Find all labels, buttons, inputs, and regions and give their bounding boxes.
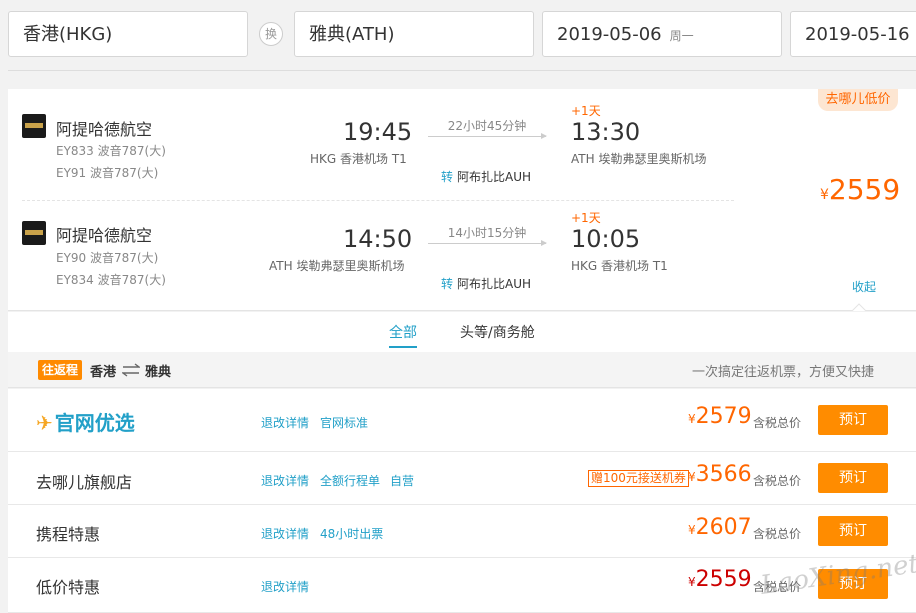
official-standard-link[interactable]: 官网标准: [320, 414, 368, 431]
outbound-dep-airport: HKG 香港机场 T1: [310, 152, 407, 166]
currency-symbol: ¥: [688, 575, 696, 589]
currency-symbol: ¥: [688, 470, 696, 484]
tax-label: 含税总价: [753, 416, 802, 430]
tab-first-business[interactable]: 头等/商务舱: [460, 322, 535, 342]
collapse-link[interactable]: 收起: [852, 278, 876, 295]
vendor-name: 官网优选: [54, 411, 135, 435]
currency-symbol: ¥: [688, 523, 696, 537]
inbound-duration: 14小时15分钟: [447, 226, 527, 240]
transfer-city: 阿布扎比AUH: [457, 277, 532, 291]
vendor-name: 去哪儿旗舰店: [36, 473, 133, 492]
depart-date-input[interactable]: 2019-05-06 周一: [542, 11, 782, 57]
depart-weekday: 周一: [669, 29, 694, 43]
vendor-price: ¥2607: [688, 515, 752, 540]
depart-date: 2019-05-06: [557, 24, 662, 45]
inbound-arr-airport: HKG 香港机场 T1: [571, 259, 668, 273]
from-city-input[interactable]: 香港(HKG): [8, 11, 248, 57]
vendor-row: ✈ 官网优选 退改详情 官网标准 ¥2579 含税总价 预订: [8, 389, 916, 452]
full-itinerary-link[interactable]: 全额行程单: [320, 472, 380, 489]
official-logo: ✈ 官网优选: [36, 407, 135, 436]
vendor-price-value: 2559: [695, 567, 752, 592]
inbound-flight-2: EY834 波音787(大): [56, 273, 166, 287]
divider: [8, 70, 916, 71]
vendor-price: ¥2579: [688, 404, 752, 429]
vendor-price: ¥2559: [688, 567, 752, 592]
vendor-name: 携程特惠: [36, 525, 101, 544]
leg-separator: [22, 200, 734, 201]
etihad-logo-icon: [22, 221, 46, 245]
inbound-flight-1: EY90 波音787(大): [56, 251, 159, 265]
outbound-duration: 22小时45分钟: [447, 119, 527, 133]
vendor-price-value: 2607: [695, 515, 752, 540]
book-button[interactable]: 预订: [818, 463, 888, 493]
outbound-arr-time: 13:30: [571, 118, 641, 146]
lowest-price-tag: 去哪儿低价: [818, 89, 898, 111]
book-button[interactable]: 预订: [818, 405, 888, 435]
transfer-label: 转: [441, 277, 454, 291]
outbound-airline: 阿提哈德航空: [56, 120, 153, 139]
book-button[interactable]: 预订: [818, 516, 888, 546]
roundtrip-arrows-icon: [122, 363, 140, 377]
vendor-price-value: 3566: [695, 462, 752, 487]
etihad-logo-icon: [22, 114, 46, 138]
tab-all[interactable]: 全部: [389, 322, 417, 348]
self-operated-link[interactable]: 自营: [390, 472, 414, 489]
refund-details-link[interactable]: 退改详情: [261, 472, 309, 489]
outbound-arr-airport: ATH 埃勒弗瑟里奥斯机场: [571, 152, 707, 166]
inbound-airline: 阿提哈德航空: [56, 226, 153, 245]
inbound-dep-time: 14:50: [343, 225, 413, 253]
outbound-day-offset: +1天: [571, 104, 601, 118]
vendor-name: 低价特惠: [36, 578, 101, 597]
swap-cities-button[interactable]: 换: [259, 22, 283, 46]
transfer-city: 阿布扎比AUH: [457, 170, 532, 184]
vendor-row: 去哪儿旗舰店 退改详情 全额行程单 自营 赠100元接送机券 ¥3566 含税总…: [8, 452, 916, 505]
roundtrip-from: 香港: [90, 365, 117, 380]
vendor-price-value: 2579: [695, 404, 752, 429]
inbound-day-offset: +1天: [571, 211, 601, 225]
roundtrip-badge: 往返程: [38, 360, 83, 380]
tax-label: 含税总价: [753, 474, 802, 488]
currency-symbol: ¥: [820, 187, 829, 203]
transfer-label: 转: [441, 170, 454, 184]
roundtrip-bar: 往返程 香港 雅典 一次搞定往返机票，方便又快捷: [8, 352, 916, 388]
cabin-tabs: 全部 头等/商务舱: [8, 312, 916, 352]
caret-up-icon: [852, 303, 866, 311]
inbound-dep-airport: ATH 埃勒弗瑟里奥斯机场: [269, 259, 405, 273]
plane-icon: ✈: [36, 411, 53, 435]
outbound-flight-2: EY91 波音787(大): [56, 166, 159, 180]
currency-symbol: ¥: [688, 412, 696, 426]
vendor-row: 携程特惠 退改详情 48小时出票 ¥2607 含税总价 预订: [8, 505, 916, 558]
refund-details-link[interactable]: 退改详情: [261, 525, 309, 542]
to-city-input[interactable]: 雅典(ATH): [294, 11, 534, 57]
vendor-price: ¥3566: [688, 462, 752, 487]
roundtrip-to: 雅典: [145, 365, 172, 380]
outbound-transfer: 转阿布扎比AUH: [441, 168, 531, 185]
refund-details-link[interactable]: 退改详情: [261, 578, 309, 595]
inbound-arrow-icon: [428, 240, 547, 246]
outbound-arrow-icon: [428, 133, 547, 139]
inbound-transfer: 转阿布扎比AUH: [441, 275, 531, 292]
inbound-arr-time: 10:05: [571, 225, 641, 253]
promo-badge: 赠100元接送机券: [588, 470, 689, 487]
flight-price-value: 2559: [828, 173, 901, 206]
tax-label: 含税总价: [753, 527, 802, 541]
outbound-flight-1: EY833 波音787(大): [56, 144, 166, 158]
flight-price: ¥2559: [820, 173, 900, 206]
return-date-input[interactable]: 2019-05-16: [790, 11, 916, 57]
refund-details-link[interactable]: 退改详情: [261, 414, 309, 431]
ticket-48h-link[interactable]: 48小时出票: [320, 525, 383, 542]
flight-card[interactable]: 阿提哈德航空 EY833 波音787(大) EY91 波音787(大) 19:4…: [8, 89, 916, 311]
roundtrip-note: 一次搞定往返机票，方便又快捷: [692, 365, 875, 380]
outbound-dep-time: 19:45: [343, 118, 413, 146]
